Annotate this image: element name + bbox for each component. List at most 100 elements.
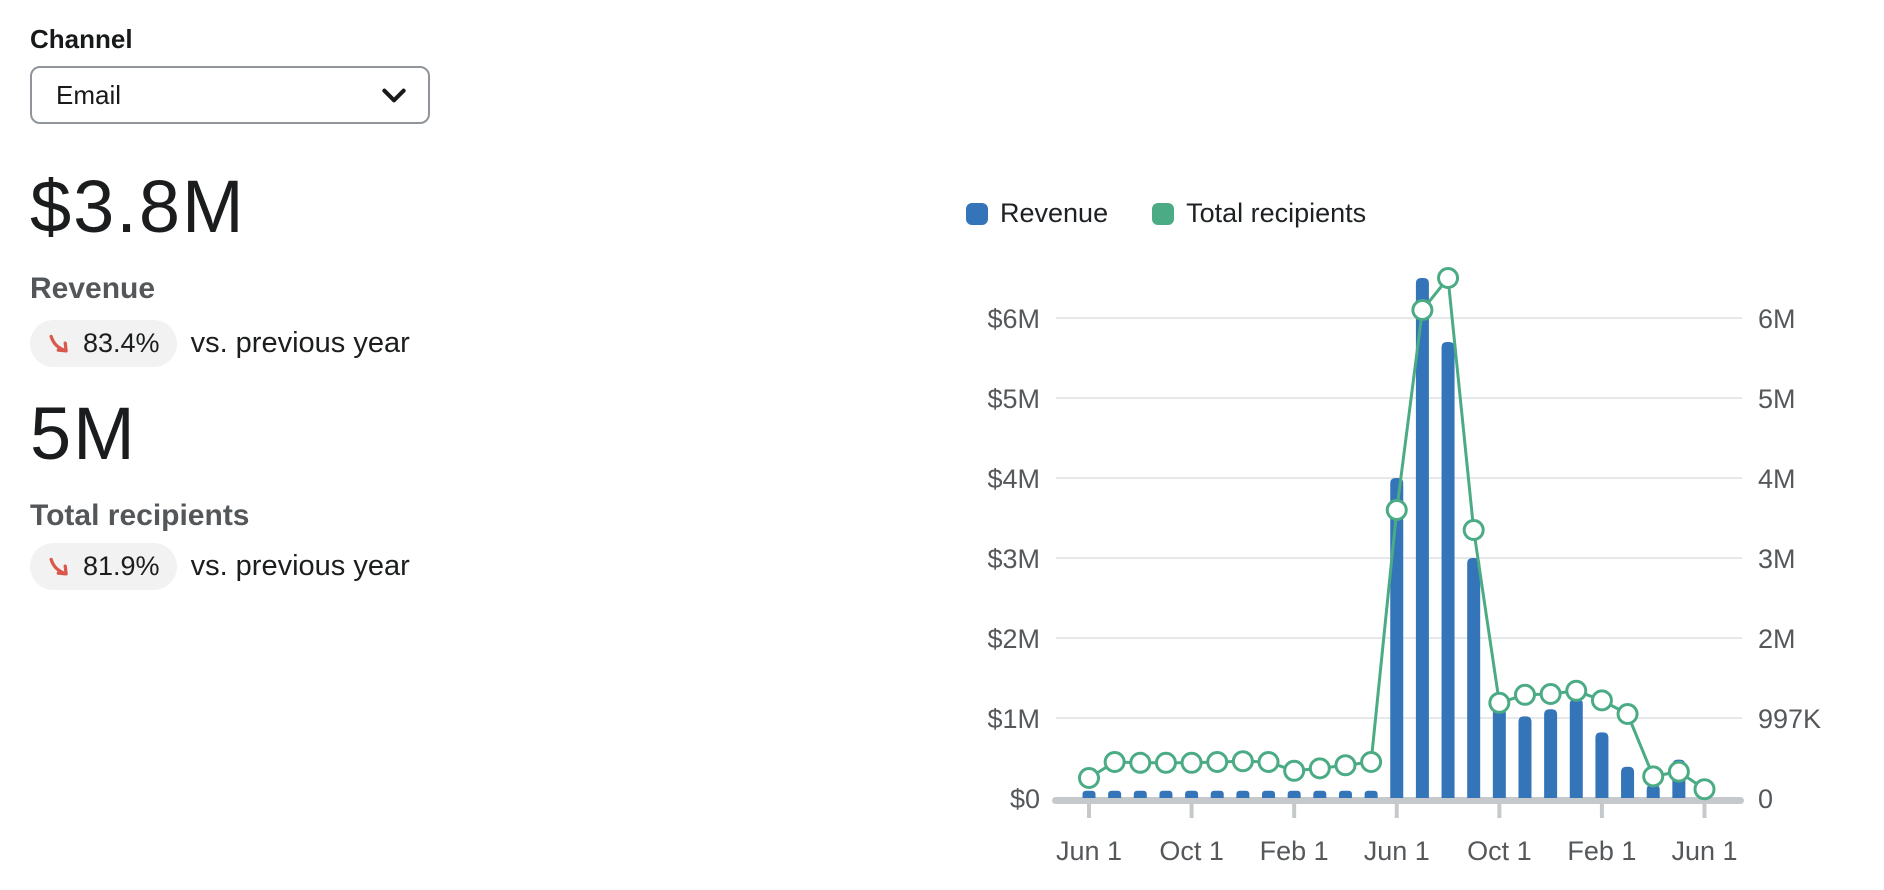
- x-axis-tick-label: Jun 1: [1671, 836, 1737, 866]
- x-axis-tick: [1190, 797, 1194, 818]
- x-axis-tick-label: Jun 1: [1364, 836, 1430, 866]
- recipients-point: [1644, 767, 1663, 786]
- revenue-change-badge: 83.4%: [30, 320, 177, 367]
- x-axis-tick-label: Oct 1: [1159, 836, 1224, 866]
- revenue-metric: $3.8M Revenue 83.4% vs. previous year 5M…: [30, 170, 590, 590]
- channel-label: Channel: [30, 24, 590, 54]
- left-axis-tick-label: $4M: [987, 464, 1040, 494]
- revenue-swatch: [966, 203, 988, 225]
- recipients-point: [1233, 752, 1252, 771]
- recipients-point: [1105, 753, 1124, 772]
- revenue-bar: [1595, 732, 1608, 798]
- revenue-change-row: 83.4% vs. previous year: [30, 320, 590, 367]
- right-axis-tick-label: 997K: [1758, 704, 1821, 734]
- revenue-bar: [1313, 791, 1326, 798]
- right-axis-tick-label: 6M: [1758, 304, 1796, 334]
- recipients-point: [1618, 705, 1637, 724]
- recipients-change-badge: 81.9%: [30, 543, 177, 590]
- left-axis-tick-label: $0: [1010, 784, 1040, 814]
- x-axis-tick: [1395, 797, 1399, 818]
- legend-label-recipients: Total recipients: [1186, 198, 1366, 229]
- recipients-point: [1080, 769, 1099, 788]
- revenue-bar: [1442, 342, 1455, 798]
- recipients-point: [1413, 301, 1432, 320]
- marketing-report-panel: Channel Email $3.8M Revenue 83.4% vs. pr…: [0, 0, 1884, 890]
- recipients-point: [1541, 685, 1560, 704]
- recipients-comparison-text: vs. previous year: [191, 550, 410, 583]
- legend-item-revenue: Revenue: [966, 198, 1108, 229]
- revenue-bar: [1518, 716, 1531, 798]
- revenue-bar: [1108, 791, 1121, 798]
- recipients-point: [1156, 753, 1175, 772]
- x-axis-tick: [1087, 797, 1091, 818]
- x-axis-tick-label: Oct 1: [1467, 836, 1532, 866]
- left-axis-tick-label: $2M: [987, 624, 1040, 654]
- revenue-bar: [1083, 791, 1096, 798]
- x-axis-tick-label: Feb 1: [1260, 836, 1329, 866]
- left-axis-tick-label: $3M: [987, 544, 1040, 574]
- channel-select-value: Email: [56, 80, 121, 111]
- recipients-change-row: 81.9% vs. previous year: [30, 543, 590, 590]
- recipients-point: [1362, 753, 1381, 772]
- recipients-metric-label: Total recipients: [30, 499, 590, 533]
- revenue-bar: [1570, 699, 1583, 798]
- legend-label-revenue: Revenue: [1000, 198, 1108, 229]
- recipients-point: [1695, 780, 1714, 799]
- recipients-point: [1336, 756, 1355, 775]
- recipients-point: [1285, 761, 1304, 780]
- revenue-recipients-combo-chart: $0 $1M $2M $3M $4M $5M $6M 0 997K 2M 3M 4M 5M 6M Jun 1…: [950, 250, 1884, 890]
- x-axis-tick: [1292, 797, 1296, 818]
- revenue-change-value: 83.4%: [83, 328, 160, 359]
- trend-down-icon: [47, 554, 73, 580]
- recipients-point: [1490, 693, 1509, 712]
- right-axis-tick-label: 4M: [1758, 464, 1796, 494]
- recipients-point: [1310, 759, 1329, 778]
- revenue-bar: [1621, 767, 1634, 798]
- x-axis-tick: [1600, 797, 1604, 818]
- recipients-change-value: 81.9%: [83, 551, 160, 582]
- recipients-metric-value: 5M: [30, 397, 590, 471]
- recipients-swatch: [1152, 203, 1174, 225]
- chevron-down-icon: [382, 88, 406, 103]
- channel-select[interactable]: Email: [30, 66, 430, 124]
- recipients-point: [1259, 753, 1278, 772]
- left-axis-tick-label: $6M: [987, 304, 1040, 334]
- recipients-point: [1515, 685, 1534, 704]
- recipients-point: [1439, 269, 1458, 288]
- revenue-bar: [1185, 791, 1198, 798]
- revenue-bar: [1288, 791, 1301, 798]
- revenue-bar: [1159, 791, 1172, 798]
- recipients-point: [1131, 753, 1150, 772]
- revenue-bar: [1339, 791, 1352, 798]
- revenue-bar: [1390, 478, 1403, 798]
- chart-legend: Revenue Total recipients: [966, 198, 1366, 229]
- x-axis-tick: [1497, 797, 1501, 818]
- left-axis-tick-label: $5M: [987, 384, 1040, 414]
- x-axis-tick-label: Feb 1: [1567, 836, 1636, 866]
- recipients-point: [1208, 753, 1227, 772]
- recipients-point: [1182, 753, 1201, 772]
- right-axis-tick-label: 3M: [1758, 544, 1796, 574]
- right-axis-tick-label: 2M: [1758, 624, 1796, 654]
- x-axis-tick-label: Jun 1: [1056, 836, 1122, 866]
- revenue-bar: [1236, 791, 1249, 798]
- recipients-point: [1387, 501, 1406, 520]
- revenue-bar: [1467, 558, 1480, 798]
- recipients-point: [1464, 521, 1483, 540]
- recipients-point: [1669, 762, 1688, 781]
- revenue-metric-value: $3.8M: [30, 170, 590, 244]
- trend-down-icon: [47, 331, 73, 357]
- revenue-bar: [1262, 791, 1275, 798]
- revenue-bar: [1211, 791, 1224, 798]
- revenue-bar: [1544, 709, 1557, 798]
- summary-panel: Channel Email $3.8M Revenue 83.4% vs. pr…: [30, 24, 590, 590]
- left-axis-tick-label: $1M: [987, 704, 1040, 734]
- revenue-bar: [1134, 791, 1147, 798]
- right-axis-tick-label: 0: [1758, 784, 1773, 814]
- legend-item-recipients: Total recipients: [1152, 198, 1366, 229]
- revenue-bar: [1493, 708, 1506, 798]
- right-axis-tick-label: 5M: [1758, 384, 1796, 414]
- revenue-comparison-text: vs. previous year: [191, 327, 410, 360]
- recipients-point: [1592, 691, 1611, 710]
- recipients-point: [1567, 681, 1586, 700]
